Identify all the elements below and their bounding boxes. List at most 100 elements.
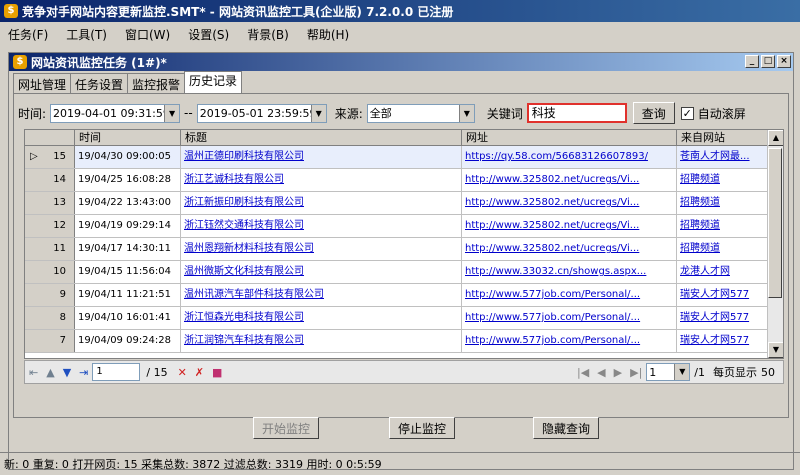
cell-num: 7 xyxy=(25,330,75,352)
cell-title[interactable]: 浙江钰然交通科技有限公司 xyxy=(181,215,462,237)
first-page-button-icon[interactable]: |◀ xyxy=(577,366,589,379)
table-row[interactable]: 12 19/04/19 09:29:14 浙江钰然交通科技有限公司 http://ww… xyxy=(25,215,783,238)
status-bar: 新: 0 重复: 0 打开网页: 15 采集总数: 3872 过滤总数: 331… xyxy=(0,452,800,474)
autoscroll-checkbox[interactable]: ✓ xyxy=(680,106,694,120)
record-input[interactable]: 1 xyxy=(92,363,141,381)
chevron-down-icon[interactable]: ▼ xyxy=(310,104,326,122)
close-button[interactable]: × xyxy=(777,55,791,68)
time-label: 时间: xyxy=(18,106,47,121)
prev-icon[interactable]: ▲ xyxy=(46,366,54,379)
table-row[interactable]: 10 19/04/15 11:56:04 温州微斯文化科技有限公司 http://ww… xyxy=(25,261,783,284)
menu-settings[interactable]: 设置(S) xyxy=(188,26,229,43)
cell-title[interactable]: 温州恩翔新材料科技有限公司 xyxy=(181,238,462,260)
source-select[interactable]: 全部 ▼ xyxy=(366,103,475,123)
cell-time: 19/04/09 09:24:28 xyxy=(75,330,181,352)
table-row[interactable]: 11 19/04/17 14:30:11 温州恩翔新材料科技有限公司 http://w… xyxy=(25,238,783,261)
menu-window[interactable]: 窗口(W) xyxy=(125,26,170,43)
menu-bar: 任务(F) 工具(T) 窗口(W) 设置(S) 背景(B) 帮助(H) xyxy=(0,24,800,44)
table-row[interactable]: 8 19/04/10 16:01:41 浙江恒森光电科技有限公司 http://www… xyxy=(25,307,783,330)
cell-num: 10 xyxy=(25,261,75,283)
cell-url[interactable]: http://www.325802.net/ucregs/Vi... xyxy=(462,215,677,237)
app-title: 竞争对手网站内容更新监控.SMT* - 网站资讯监控工具(企业版) 7.2.0.… xyxy=(22,4,454,19)
task-window: $ 网站资讯监控任务 (1#)* _ □ × 网址管理 任务设置 监控报警 历史… xyxy=(8,52,794,470)
page-select[interactable]: 1 ▼ xyxy=(646,363,691,381)
tab-monitor-alarm[interactable]: 监控报警 xyxy=(127,73,186,93)
cell-site[interactable]: 龙港人才网 xyxy=(677,261,769,283)
col-num xyxy=(25,130,75,145)
cell-url[interactable]: http://www.577job.com/Personal/... xyxy=(462,330,677,352)
maximize-button[interactable]: □ xyxy=(761,55,775,68)
keyword-input[interactable]: 科技 xyxy=(526,103,627,123)
cell-time: 19/04/25 16:08:28 xyxy=(75,169,181,191)
menu-task[interactable]: 任务(F) xyxy=(8,26,48,43)
cell-num: 13 xyxy=(25,192,75,214)
table-row[interactable]: 9 19/04/11 11:21:51 温州讯源汽车部件科技有限公司 http://w… xyxy=(25,284,783,307)
cell-url[interactable]: http://www.325802.net/ucregs/Vi... xyxy=(462,238,677,260)
delete-icon[interactable]: ✕ xyxy=(178,366,187,379)
next-icon[interactable]: ▼ xyxy=(63,366,71,379)
cell-title[interactable]: 温州正德印刷科技有限公司 xyxy=(181,146,462,168)
stop-monitor-button[interactable]: 停止监控 xyxy=(389,417,455,439)
per-page-value[interactable]: 50 xyxy=(761,366,775,379)
scroll-thumb[interactable] xyxy=(768,148,782,298)
cell-site[interactable]: 招聘频道 xyxy=(677,238,769,260)
first-page-icon[interactable]: ⇤ xyxy=(29,366,38,379)
cell-site[interactable]: 招聘频道 xyxy=(677,192,769,214)
cell-site[interactable]: 瑞安人才网577 xyxy=(677,307,769,329)
table-row[interactable]: 14 19/04/25 16:08:28 浙江艺诚科技有限公司 http://www.… xyxy=(25,169,783,192)
minimize-button[interactable]: _ xyxy=(745,55,759,68)
tab-history[interactable]: 历史记录 xyxy=(184,71,243,93)
clear-icon[interactable]: ■ xyxy=(212,366,222,379)
next-page-icon[interactable]: ▶ xyxy=(614,366,622,379)
cell-url[interactable]: http://www.325802.net/ucregs/Vi... xyxy=(462,169,677,191)
scroll-down-icon[interactable]: ▼ xyxy=(768,342,783,358)
col-url[interactable]: 网址 xyxy=(462,130,677,145)
pager-toolbar: ⇤ ▲ ▼ ⇥ 1 / 15 ✕ ✗ ■ |◀ ◀ ▶ ▶| 1 ▼ /1 每页… xyxy=(24,360,784,384)
table-row[interactable]: ▷ 15 19/04/30 09:00:05 温州正德印刷科技有限公司 https://… xyxy=(25,146,783,169)
query-button[interactable]: 查询 xyxy=(632,102,675,124)
table-vscrollbar[interactable]: ▲ ▼ xyxy=(767,130,783,358)
cell-site[interactable]: 瑞安人才网577 xyxy=(677,284,769,306)
menu-tools[interactable]: 工具(T) xyxy=(66,26,107,43)
scroll-up-icon[interactable]: ▲ xyxy=(768,130,783,146)
cell-url[interactable]: https://qy.58.com/56683126607893/ xyxy=(462,146,677,168)
cell-title[interactable]: 浙江艺诚科技有限公司 xyxy=(181,169,462,191)
cell-url[interactable]: http://www.577job.com/Personal/... xyxy=(462,307,677,329)
cell-url[interactable]: http://www.577job.com/Personal/... xyxy=(462,284,677,306)
start-monitor-button[interactable]: 开始监控 xyxy=(253,417,319,439)
start-time-picker[interactable]: 2019-04-01 09:31:59 ▼ xyxy=(50,103,181,123)
tab-task-settings[interactable]: 任务设置 xyxy=(70,73,129,93)
prev-page-icon[interactable]: ◀ xyxy=(597,366,605,379)
delete-all-icon[interactable]: ✗ xyxy=(195,366,204,379)
cell-title[interactable]: 浙江新振印刷科技有限公司 xyxy=(181,192,462,214)
history-panel: 时间: 2019-04-01 09:31:59 ▼ -- 2019-05-01 … xyxy=(13,93,789,418)
per-page-label: 每页显示 xyxy=(713,366,757,379)
cell-site[interactable]: 瑞安人才网577 xyxy=(677,330,769,352)
cell-title[interactable]: 温州讯源汽车部件科技有限公司 xyxy=(181,284,462,306)
table-row[interactable]: 13 19/04/22 13:43:00 浙江新振印刷科技有限公司 http://ww… xyxy=(25,192,783,215)
chevron-down-icon[interactable]: ▼ xyxy=(458,104,474,122)
table-row[interactable]: 7 19/04/09 09:24:28 浙江润锦汽车科技有限公司 http://www… xyxy=(25,330,783,353)
cell-time: 19/04/22 13:43:00 xyxy=(75,192,181,214)
col-site[interactable]: 来自网站 xyxy=(677,130,769,145)
last-page-button-icon[interactable]: ▶| xyxy=(630,366,642,379)
cell-site[interactable]: 苍南人才网最... xyxy=(677,146,769,168)
cell-url[interactable]: http://www.33032.cn/showgs.aspx... xyxy=(462,261,677,283)
cell-time: 19/04/15 11:56:04 xyxy=(75,261,181,283)
menu-background[interactable]: 背景(B) xyxy=(247,26,289,43)
cell-site[interactable]: 招聘频道 xyxy=(677,215,769,237)
cell-url[interactable]: http://www.325802.net/ucregs/Vi... xyxy=(462,192,677,214)
hide-query-button[interactable]: 隐藏查询 xyxy=(533,417,599,439)
cell-title[interactable]: 浙江恒森光电科技有限公司 xyxy=(181,307,462,329)
col-title[interactable]: 标题 xyxy=(181,130,462,145)
cell-title[interactable]: 温州微斯文化科技有限公司 xyxy=(181,261,462,283)
col-time[interactable]: 时间 xyxy=(75,130,181,145)
tab-url-manage[interactable]: 网址管理 xyxy=(13,73,72,93)
last-page-icon[interactable]: ⇥ xyxy=(79,366,88,379)
chevron-down-icon[interactable]: ▼ xyxy=(674,364,690,380)
menu-help[interactable]: 帮助(H) xyxy=(307,26,349,43)
cell-site[interactable]: 招聘频道 xyxy=(677,169,769,191)
chevron-down-icon[interactable]: ▼ xyxy=(164,104,180,122)
end-time-picker[interactable]: 2019-05-01 23:59:59 ▼ xyxy=(196,103,327,123)
cell-title[interactable]: 浙江润锦汽车科技有限公司 xyxy=(181,330,462,352)
